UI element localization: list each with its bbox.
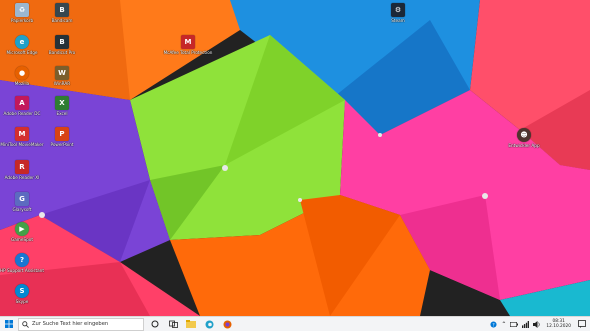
desktop-icon-label: Steam xyxy=(391,18,405,23)
tray-volume-icon[interactable] xyxy=(533,320,541,328)
gamespot-icon: ▶ xyxy=(15,222,29,236)
winrar-icon: W xyxy=(55,66,69,80)
file-explorer-icon xyxy=(186,320,196,328)
pptx-icon: P xyxy=(55,127,69,141)
desktop-icon-bandicut[interactable]: B Bandicut Pro xyxy=(40,35,84,55)
cortana-circle-icon xyxy=(151,320,159,328)
umbrella-wallpaper xyxy=(0,0,590,316)
firefox-icon: ● xyxy=(15,66,29,80)
edge-icon: e xyxy=(15,35,29,49)
notification-center-icon[interactable] xyxy=(578,320,586,328)
desktop-icon-winrar[interactable]: W WinRAR xyxy=(40,66,84,86)
tray-network-icon[interactable] xyxy=(522,320,530,328)
tray-battery-icon[interactable] xyxy=(510,321,519,327)
desktop-icon-label: Adobe Reader DC xyxy=(3,111,41,116)
desktop-icon-label: Microsoft Edge xyxy=(6,50,38,55)
desktop-icon-adobe-reader-xi[interactable]: R Adobe Reader XI xyxy=(0,160,44,180)
desktop-icon-label: Entwickler App xyxy=(508,143,540,148)
edge-icon xyxy=(205,320,213,328)
desktop-icon-steam[interactable]: ⚙ Steam xyxy=(376,3,420,23)
desktop-icon-label: GameSpot xyxy=(11,237,33,242)
taskbar: Zur Suche Text hier eingeben ? ⌃ 08:31 1… xyxy=(0,316,590,331)
desktop-icon-label: Skype xyxy=(15,299,29,304)
system-tray: ? ⌃ 08:31 12.10.2020 xyxy=(488,317,590,331)
taskbar-file-explorer[interactable] xyxy=(182,317,200,331)
steam-icon: ⚙ xyxy=(391,3,405,17)
desktop-icon-label: Excel xyxy=(56,111,68,116)
task-view-button[interactable] xyxy=(164,317,182,331)
desktop-icon-adobe-reader-dc[interactable]: A Adobe Reader DC xyxy=(0,96,44,116)
desktop-icon-label: WinRAR xyxy=(53,81,71,86)
desktop-icon-excel[interactable]: X Excel xyxy=(40,96,84,116)
dev-icon: ☻ xyxy=(517,128,531,142)
desktop-icon-recycle-bin[interactable]: ♻ Papierkorb xyxy=(0,3,44,23)
glary-icon: G xyxy=(15,192,29,206)
desktop-icon-label: Bandicut Pro xyxy=(48,50,76,55)
desktop-icon-label: Glarysoft xyxy=(12,207,32,212)
recycle-bin-icon: ♻ xyxy=(15,3,29,17)
desktop-icon-label: Adobe Reader XI xyxy=(4,175,40,180)
desktop-icon-edge[interactable]: e Microsoft Edge xyxy=(0,35,44,55)
start-button[interactable] xyxy=(0,317,18,331)
desktop-icon-hp-support[interactable]: ? HP Support Assistant xyxy=(0,253,44,273)
desktop-icon-gamespot[interactable]: ▶ GameSpot xyxy=(0,222,44,242)
desktop-icon-label: Papierkorb xyxy=(10,18,34,23)
taskbar-clock[interactable]: 08:31 12.10.2020 xyxy=(546,319,571,329)
moviemaker-icon: M xyxy=(15,127,29,141)
taskbar-search-box[interactable]: Zur Suche Text hier eingeben xyxy=(18,317,144,331)
acrobat-icon: A xyxy=(15,96,29,110)
desktop-icon-label: PowerPoint xyxy=(50,142,74,147)
search-placeholder: Zur Suche Text hier eingeben xyxy=(32,321,109,327)
tray-help-icon[interactable]: ? xyxy=(490,320,497,328)
help-icon: ? xyxy=(15,253,29,267)
desktop-icon-bandicam[interactable]: B Bandicam xyxy=(40,3,84,23)
desktop-icon-label: HP Support Assistant xyxy=(0,268,44,273)
desktop-icon-mozilla[interactable]: ● Mozilla xyxy=(0,66,44,86)
desktop-icon-moviemaker[interactable]: M MiniTool MovieMaker xyxy=(0,127,44,147)
skype-icon: S xyxy=(15,284,29,298)
desktop-icon-dev-app[interactable]: ☻ Entwickler App xyxy=(502,128,546,148)
desktop[interactable]: ♻ Papierkorb e Microsoft Edge ● Mozilla … xyxy=(0,0,590,316)
desktop-icon-mcafee[interactable]: M McAfee Total Protection xyxy=(163,35,213,55)
taskbar-edge[interactable] xyxy=(200,317,218,331)
bandicam-icon: B xyxy=(55,3,69,17)
cortana-button[interactable] xyxy=(146,317,164,331)
desktop-icon-label: Mozilla xyxy=(14,81,30,86)
desktop-icon-powerpoint[interactable]: P PowerPoint xyxy=(40,127,84,147)
firefox-icon xyxy=(223,320,231,328)
search-icon xyxy=(22,320,29,328)
tray-chevron-up-icon[interactable]: ⌃ xyxy=(501,321,506,328)
desktop-icon-label: Bandicam xyxy=(51,18,73,23)
desktop-icon-glarysoft[interactable]: G Glarysoft xyxy=(0,192,44,212)
task-view-icon xyxy=(168,320,178,328)
clock-date: 12.10.2020 xyxy=(546,324,571,329)
excel-icon: X xyxy=(55,96,69,110)
desktop-icon-label: MiniTool MovieMaker xyxy=(0,142,44,147)
bandicut-icon: B xyxy=(55,35,69,49)
reader-icon: R xyxy=(15,160,29,174)
taskbar-firefox[interactable] xyxy=(218,317,236,331)
desktop-icon-skype[interactable]: S Skype xyxy=(0,284,44,304)
desktop-icon-label: McAfee Total Protection xyxy=(163,50,213,55)
windows-logo-icon xyxy=(5,320,13,328)
mcafee-icon: M xyxy=(181,35,195,49)
